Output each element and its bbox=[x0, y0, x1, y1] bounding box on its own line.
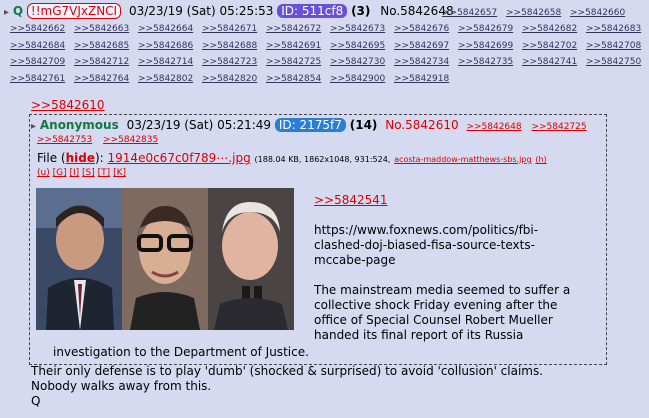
reply-link[interactable]: >>5842657 bbox=[442, 5, 506, 22]
body-line: office of Special Counsel Robert Mueller bbox=[314, 313, 553, 327]
backlink[interactable]: >>5842648 bbox=[466, 122, 521, 132]
quoted-poster-name: Anonymous bbox=[39, 118, 119, 132]
portrait-middle-image bbox=[122, 188, 208, 330]
quoted-body-last-line: investigation to the Department of Justi… bbox=[53, 345, 309, 359]
inner-quote-link[interactable]: >>5842541 bbox=[314, 193, 388, 208]
inner-quote-link-text[interactable]: >>5842541 bbox=[314, 193, 388, 207]
backlink[interactable]: >>5842835 bbox=[103, 135, 158, 145]
portrait-left-image bbox=[36, 188, 122, 330]
reply-links-row-4: >>5842709 >>5842712 >>5842714 >>5842723 >>58… bbox=[10, 54, 649, 71]
quoted-backlinks-row-2: >>5842753 >>5842835 bbox=[37, 135, 158, 145]
reply-link[interactable]: >>5842695 bbox=[330, 38, 394, 55]
quoted-post-link[interactable]: >>5842610 bbox=[31, 98, 105, 112]
reply-link[interactable]: >>5842664 bbox=[138, 21, 202, 38]
search-link[interactable]: (u) bbox=[37, 168, 50, 178]
image-search-links: (u) [G] [I] [S] [T] [K] bbox=[37, 168, 126, 178]
search-link[interactable]: [I] bbox=[69, 168, 79, 178]
search-link[interactable]: [S] bbox=[82, 168, 95, 178]
file-label: File bbox=[37, 151, 58, 165]
post-header: ▸ Q !!mG7VJxZNCI 03/23/19 (Sat) 05:25:53… bbox=[4, 3, 454, 20]
url-line: clashed-doj-biased-fisa-source-texts- bbox=[314, 238, 535, 252]
source-url: https://www.foxnews.com/politics/fbi- cl… bbox=[314, 223, 538, 268]
reply-link[interactable]: >>5842684 bbox=[10, 38, 74, 55]
post-datetime: 03/23/19 (Sat) 05:25:53 bbox=[128, 4, 274, 18]
message-line: Nobody walks away from this. bbox=[31, 379, 212, 393]
collapse-arrow-icon[interactable]: ▸ bbox=[31, 121, 36, 132]
backlink[interactable]: >>5842725 bbox=[531, 122, 586, 132]
reply-link[interactable]: >>5842686 bbox=[138, 38, 202, 55]
quoted-datetime: 03/23/19 (Sat) 05:21:49 bbox=[126, 118, 272, 132]
reply-link[interactable]: >>5842688 bbox=[202, 38, 266, 55]
reply-links-row-1: >>5842657 >>5842658 >>5842660 bbox=[442, 5, 634, 22]
reply-link[interactable]: >>5842734 bbox=[394, 54, 458, 71]
reply-links-row-5: >>5842761 >>5842764 >>5842802 >>5842820 >>58… bbox=[10, 71, 458, 88]
reply-link[interactable]: >>5842708 bbox=[586, 38, 649, 55]
tripcode: !!mG7VJxZNCI bbox=[26, 3, 122, 19]
portrait-right-image bbox=[208, 188, 294, 330]
quoted-post-header: ▸ Anonymous 03/23/19 (Sat) 05:21:49 ID: … bbox=[31, 118, 587, 134]
reply-links-row-3: >>5842684 >>5842685 >>5842686 >>5842688 >>58… bbox=[10, 38, 649, 55]
reply-link[interactable]: >>5842697 bbox=[394, 38, 458, 55]
reply-link[interactable]: >>5842671 bbox=[202, 21, 266, 38]
reply-link[interactable]: >>5842730 bbox=[330, 54, 394, 71]
reply-link[interactable]: >>5842918 bbox=[394, 71, 458, 88]
poster-id-badge[interactable]: ID: 511cf8 bbox=[277, 4, 348, 18]
quoted-reply-count: (14) bbox=[349, 118, 378, 132]
search-link[interactable]: [T] bbox=[98, 168, 111, 178]
message-signature: Q bbox=[31, 394, 41, 408]
collapse-arrow-icon[interactable]: ▸ bbox=[4, 7, 9, 18]
reply-link[interactable]: >>5842672 bbox=[266, 21, 330, 38]
quoted-id-badge[interactable]: ID: 2175f7 bbox=[274, 118, 346, 132]
reply-link[interactable]: >>5842820 bbox=[202, 71, 266, 88]
reply-link[interactable]: >>5842682 bbox=[522, 21, 586, 38]
url-line: mccabe-page bbox=[314, 253, 396, 267]
reply-link[interactable]: >>5842663 bbox=[74, 21, 138, 38]
body-line: collective shock Friday evening after th… bbox=[314, 298, 558, 312]
reply-link[interactable]: >>5842761 bbox=[10, 71, 74, 88]
reply-count: (3) bbox=[351, 4, 371, 18]
reply-link[interactable]: >>5842658 bbox=[506, 5, 570, 22]
body-line: handed its final report of its Russia bbox=[314, 328, 524, 342]
search-link[interactable]: [G] bbox=[53, 168, 67, 178]
url-line: https://www.foxnews.com/politics/fbi- bbox=[314, 223, 539, 237]
reply-link[interactable]: >>5842802 bbox=[138, 71, 202, 88]
reply-link[interactable]: >>5842750 bbox=[586, 54, 649, 71]
reply-link[interactable]: >>5842673 bbox=[330, 21, 394, 38]
file-info: File (hide): 1914e0c67c0f789⋯.jpg (188.0… bbox=[37, 151, 547, 165]
reply-link[interactable]: >>5842679 bbox=[458, 21, 522, 38]
search-link[interactable]: [K] bbox=[113, 168, 126, 178]
reply-link[interactable]: >>5842723 bbox=[202, 54, 266, 71]
reply-link[interactable]: >>5842714 bbox=[138, 54, 202, 71]
reply-link[interactable]: >>5842660 bbox=[570, 5, 634, 22]
reply-links-row-2: >>5842662 >>5842663 >>5842664 >>5842671 >>58… bbox=[10, 21, 649, 38]
file-name-link[interactable]: 1914e0c67c0f789⋯.jpg bbox=[108, 151, 251, 165]
reply-link[interactable]: >>5842702 bbox=[522, 38, 586, 55]
poster-name: Q bbox=[12, 4, 24, 18]
reply-link[interactable]: >>5842712 bbox=[74, 54, 138, 71]
quoted-post-number[interactable]: No.5842610 bbox=[385, 118, 458, 132]
reply-link[interactable]: >>5842854 bbox=[266, 71, 330, 88]
file-h-link[interactable]: (h) bbox=[535, 155, 546, 164]
reply-link[interactable]: >>5842685 bbox=[74, 38, 138, 55]
hide-link[interactable]: hide bbox=[66, 151, 95, 165]
reply-link[interactable]: >>5842662 bbox=[10, 21, 74, 38]
body-line: The mainstream media seemed to suffer a bbox=[314, 283, 571, 297]
reply-link[interactable]: >>5842691 bbox=[266, 38, 330, 55]
quoted-post-link-text[interactable]: >>5842610 bbox=[31, 98, 105, 112]
reply-link[interactable]: >>5842709 bbox=[10, 54, 74, 71]
reply-link[interactable]: >>5842683 bbox=[586, 21, 649, 38]
reply-link[interactable]: >>5842900 bbox=[330, 71, 394, 88]
reply-link[interactable]: >>5842764 bbox=[74, 71, 138, 88]
reply-link[interactable]: >>5842735 bbox=[458, 54, 522, 71]
file-original-name-link[interactable]: acosta-maddow-matthews-sbs.jpg bbox=[394, 155, 531, 164]
reply-link[interactable]: >>5842725 bbox=[266, 54, 330, 71]
reply-link[interactable]: >>5842741 bbox=[522, 54, 586, 71]
reply-link[interactable]: >>5842676 bbox=[394, 21, 458, 38]
file-meta: (188.04 KB, 1862x1048, 931:524, bbox=[254, 155, 391, 164]
backlink[interactable]: >>5842753 bbox=[37, 135, 92, 145]
message-line: Their only defense is to play 'dumb' (sh… bbox=[31, 364, 544, 378]
quoted-body-text: The mainstream media seemed to suffer a … bbox=[314, 283, 570, 343]
reply-link[interactable]: >>5842699 bbox=[458, 38, 522, 55]
post-message: Their only defense is to play 'dumb' (sh… bbox=[31, 364, 543, 409]
